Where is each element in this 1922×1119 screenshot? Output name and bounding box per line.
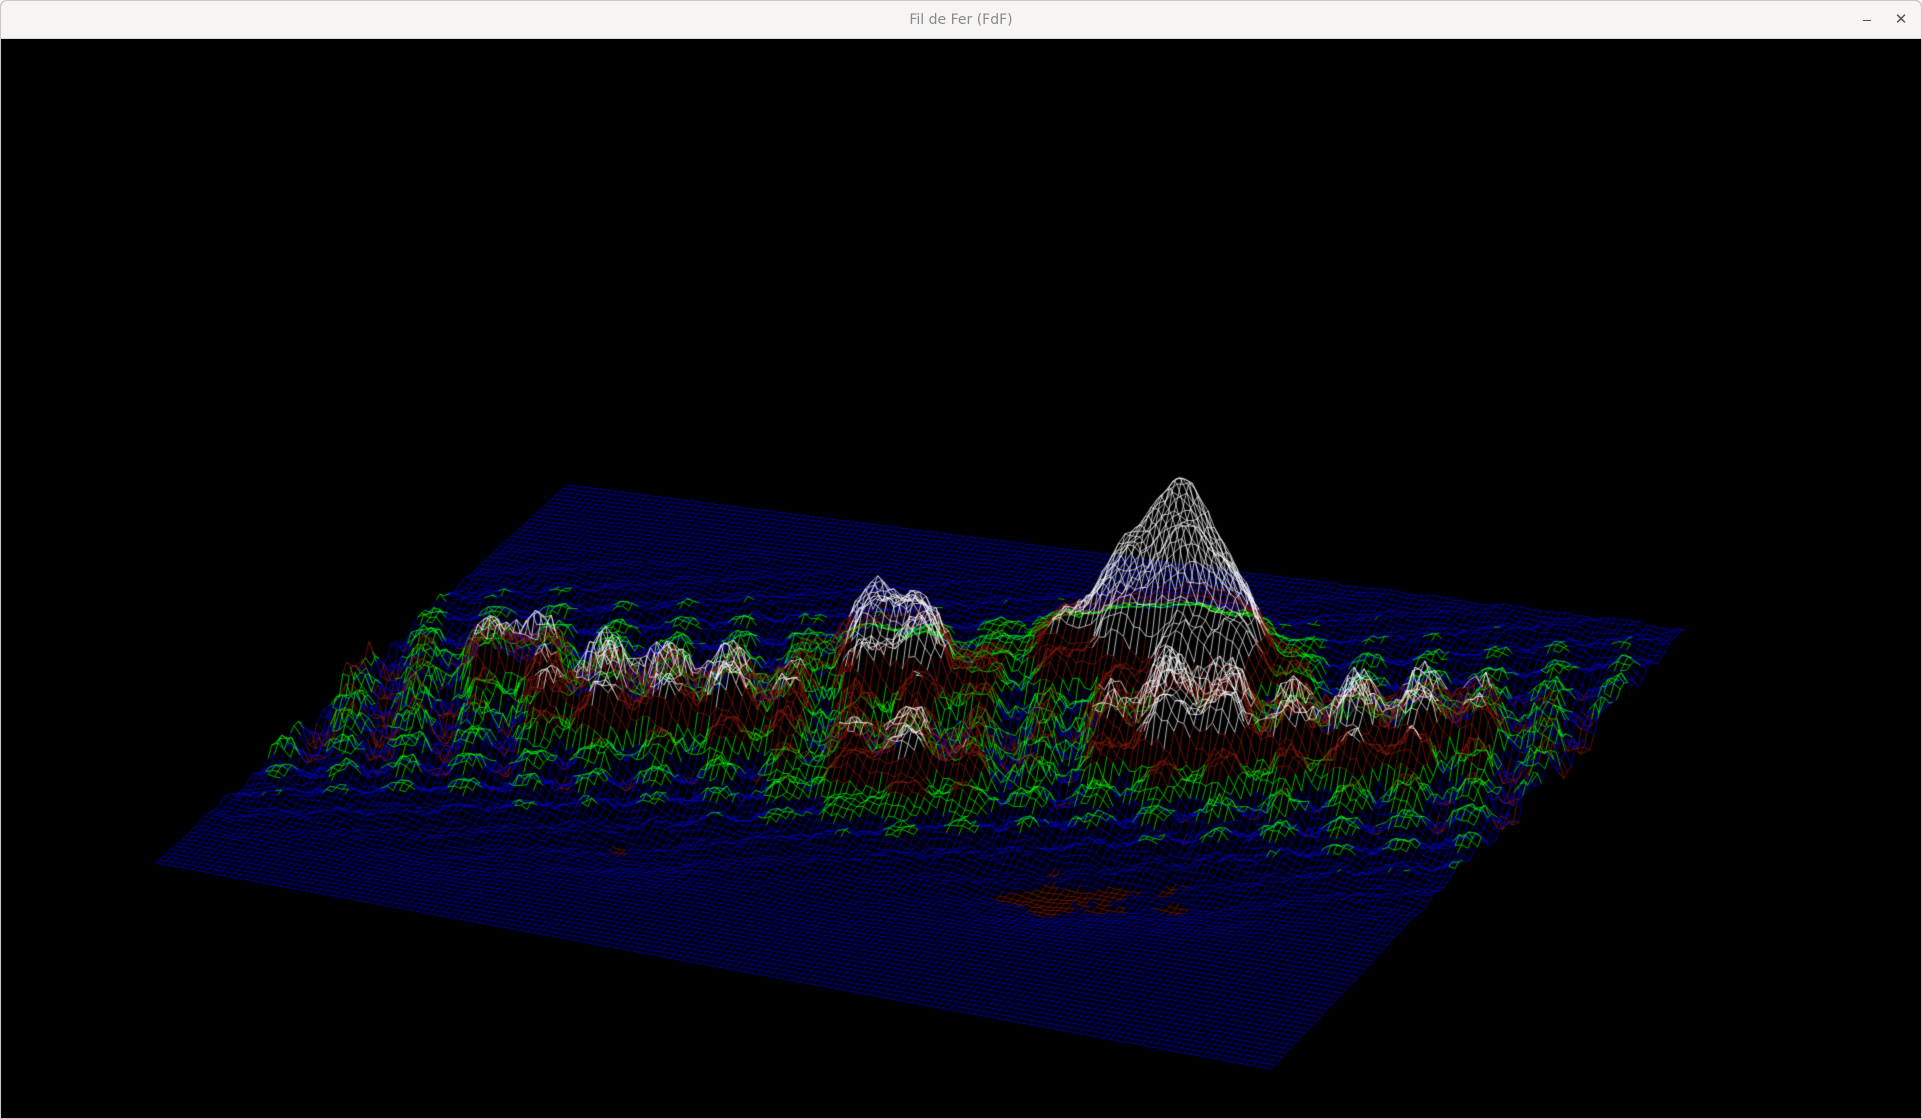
wireframe-viewport[interactable]	[1, 39, 1921, 1118]
minimize-button[interactable]	[1855, 7, 1879, 31]
close-button[interactable]: ✕	[1889, 7, 1913, 31]
app-window: Fil de Fer (FdF) ✕	[0, 0, 1922, 1119]
minimize-icon	[1863, 19, 1871, 22]
window-title: Fil de Fer (FdF)	[909, 12, 1013, 28]
close-icon: ✕	[1894, 10, 1908, 28]
title-bar[interactable]: Fil de Fer (FdF) ✕	[1, 1, 1921, 39]
wireframe-terrain-canvas	[1, 39, 1921, 1118]
